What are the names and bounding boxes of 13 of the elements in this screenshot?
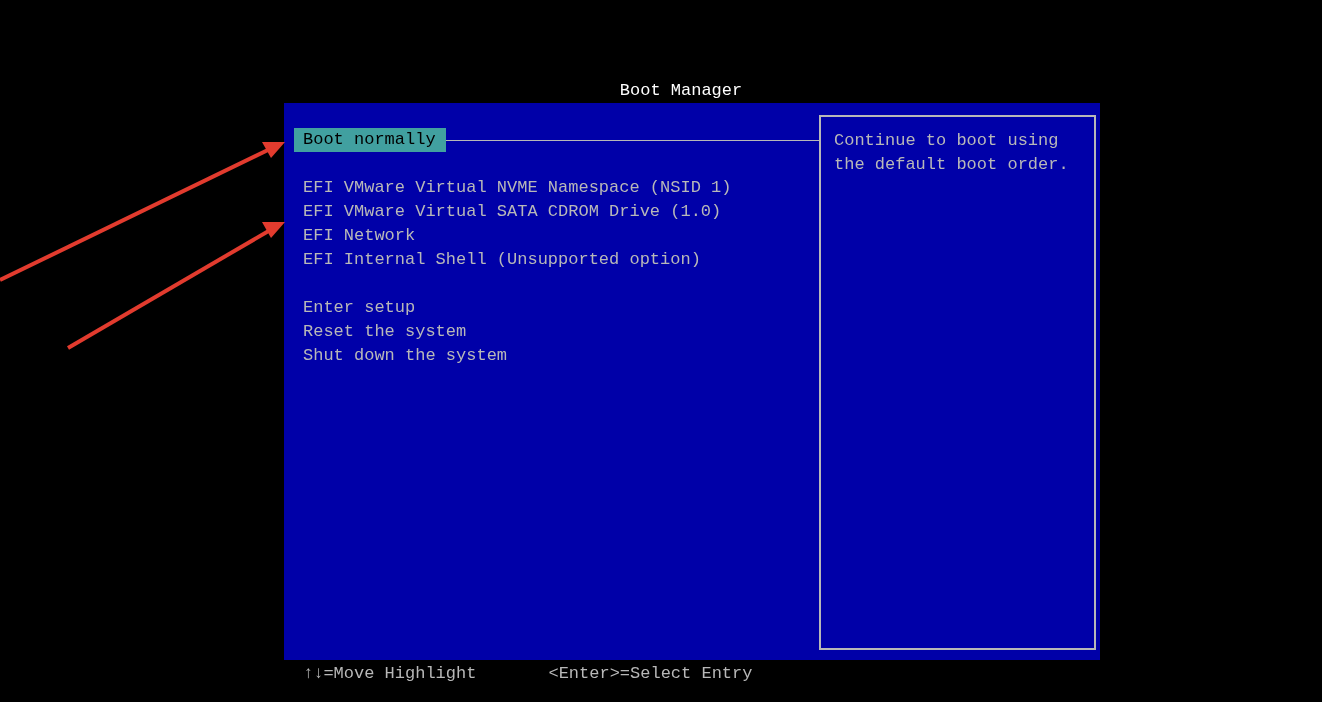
key-hint: <Enter>=Select Entry <box>548 663 753 685</box>
menu-item[interactable]: Shut down the system <box>303 344 508 368</box>
help-text: Continue to boot using <box>834 130 1060 152</box>
menu-item[interactable]: Reset the system <box>303 320 467 344</box>
menu-item[interactable]: EFI VMware Virtual SATA CDROM Drive (1.0) <box>303 200 722 224</box>
menu-item[interactable]: EFI VMware Virtual NVME Namespace (NSID 1) <box>303 176 732 200</box>
menu-item[interactable]: EFI Network <box>303 224 416 248</box>
menu-item[interactable]: EFI Internal Shell (Unsupported option) <box>303 248 701 272</box>
help-text: the default boot order. <box>834 154 1070 176</box>
key-hint: ↑↓=Move Highlight <box>303 663 477 685</box>
menu-item[interactable]: Enter setup <box>303 296 416 320</box>
screen-title: Boot Manager <box>619 80 743 102</box>
menu-item[interactable]: Boot normally <box>294 128 446 152</box>
